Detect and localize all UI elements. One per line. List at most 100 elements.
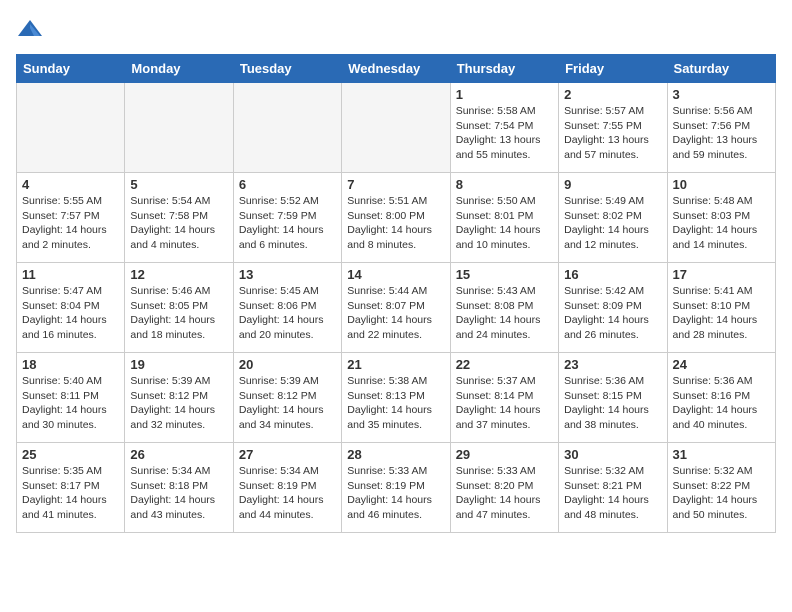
day-cell: 14 Sunrise: 5:44 AM Sunset: 8:07 PM Dayli…	[342, 263, 450, 353]
day-number: 31	[673, 447, 770, 462]
day-info: Sunrise: 5:32 AM Sunset: 8:22 PM Dayligh…	[673, 464, 770, 523]
day-info: Sunrise: 5:58 AM Sunset: 7:54 PM Dayligh…	[456, 104, 553, 163]
day-number: 20	[239, 357, 336, 372]
day-cell: 24 Sunrise: 5:36 AM Sunset: 8:16 PM Dayli…	[667, 353, 775, 443]
day-cell	[17, 83, 125, 173]
day-number: 7	[347, 177, 444, 192]
week-row-4: 18 Sunrise: 5:40 AM Sunset: 8:11 PM Dayli…	[17, 353, 776, 443]
week-row-1: 1 Sunrise: 5:58 AM Sunset: 7:54 PM Daylig…	[17, 83, 776, 173]
day-number: 6	[239, 177, 336, 192]
day-cell: 4 Sunrise: 5:55 AM Sunset: 7:57 PM Daylig…	[17, 173, 125, 263]
day-number: 3	[673, 87, 770, 102]
week-row-3: 11Sunrise: 5:47 AM Sunset: 8:04 PM Dayli…	[17, 263, 776, 353]
day-cell: 16 Sunrise: 5:42 AM Sunset: 8:09 PM Dayli…	[559, 263, 667, 353]
calendar-table: SundayMondayTuesdayWednesdayThursdayFrid…	[16, 54, 776, 533]
day-cell: 22Sunrise: 5:37 AM Sunset: 8:14 PM Dayli…	[450, 353, 558, 443]
day-cell: 19 Sunrise: 5:39 AM Sunset: 8:12 PM Dayli…	[125, 353, 233, 443]
header-cell-thursday: Thursday	[450, 55, 558, 83]
day-info: Sunrise: 5:48 AM Sunset: 8:03 PM Dayligh…	[673, 194, 770, 253]
day-number: 28	[347, 447, 444, 462]
day-info: Sunrise: 5:34 AM Sunset: 8:18 PM Dayligh…	[130, 464, 227, 523]
day-number: 5	[130, 177, 227, 192]
day-info: Sunrise: 5:55 AM Sunset: 7:57 PM Dayligh…	[22, 194, 119, 253]
day-info: Sunrise: 5:42 AM Sunset: 8:09 PM Dayligh…	[564, 284, 661, 343]
day-number: 18	[22, 357, 119, 372]
header-cell-tuesday: Tuesday	[233, 55, 341, 83]
day-number: 10	[673, 177, 770, 192]
day-cell	[342, 83, 450, 173]
day-info: Sunrise: 5:50 AM Sunset: 8:01 PM Dayligh…	[456, 194, 553, 253]
day-number: 9	[564, 177, 661, 192]
day-info: Sunrise: 5:32 AM Sunset: 8:21 PM Dayligh…	[564, 464, 661, 523]
day-cell: 28 Sunrise: 5:33 AM Sunset: 8:19 PM Dayli…	[342, 443, 450, 533]
day-cell: 27Sunrise: 5:34 AM Sunset: 8:19 PM Dayli…	[233, 443, 341, 533]
day-info: Sunrise: 5:41 AM Sunset: 8:10 PM Dayligh…	[673, 284, 770, 343]
day-info: Sunrise: 5:46 AM Sunset: 8:05 PM Dayligh…	[130, 284, 227, 343]
day-info: Sunrise: 5:45 AM Sunset: 8:06 PM Dayligh…	[239, 284, 336, 343]
header-cell-monday: Monday	[125, 55, 233, 83]
day-info: Sunrise: 5:57 AM Sunset: 7:55 PM Dayligh…	[564, 104, 661, 163]
day-info: Sunrise: 5:52 AM Sunset: 7:59 PM Dayligh…	[239, 194, 336, 253]
day-number: 4	[22, 177, 119, 192]
day-number: 12	[130, 267, 227, 282]
day-cell: 15Sunrise: 5:43 AM Sunset: 8:08 PM Dayli…	[450, 263, 558, 353]
day-cell: 6 Sunrise: 5:52 AM Sunset: 7:59 PM Daylig…	[233, 173, 341, 263]
day-number: 26	[130, 447, 227, 462]
day-cell: 8 Sunrise: 5:50 AM Sunset: 8:01 PM Daylig…	[450, 173, 558, 263]
day-cell: 30 Sunrise: 5:32 AM Sunset: 8:21 PM Dayli…	[559, 443, 667, 533]
day-info: Sunrise: 5:36 AM Sunset: 8:16 PM Dayligh…	[673, 374, 770, 433]
day-cell: 11Sunrise: 5:47 AM Sunset: 8:04 PM Dayli…	[17, 263, 125, 353]
day-info: Sunrise: 5:38 AM Sunset: 8:13 PM Dayligh…	[347, 374, 444, 433]
week-row-2: 4 Sunrise: 5:55 AM Sunset: 7:57 PM Daylig…	[17, 173, 776, 263]
day-info: Sunrise: 5:51 AM Sunset: 8:00 PM Dayligh…	[347, 194, 444, 253]
day-info: Sunrise: 5:36 AM Sunset: 8:15 PM Dayligh…	[564, 374, 661, 433]
day-info: Sunrise: 5:33 AM Sunset: 8:19 PM Dayligh…	[347, 464, 444, 523]
logo-icon	[16, 16, 44, 44]
day-number: 27	[239, 447, 336, 462]
day-cell: 17 Sunrise: 5:41 AM Sunset: 8:10 PM Dayli…	[667, 263, 775, 353]
day-number: 30	[564, 447, 661, 462]
day-number: 24	[673, 357, 770, 372]
day-number: 15	[456, 267, 553, 282]
day-cell: 31 Sunrise: 5:32 AM Sunset: 8:22 PM Dayli…	[667, 443, 775, 533]
day-cell: 26 Sunrise: 5:34 AM Sunset: 8:18 PM Dayli…	[125, 443, 233, 533]
day-number: 19	[130, 357, 227, 372]
day-number: 25	[22, 447, 119, 462]
day-cell: 1 Sunrise: 5:58 AM Sunset: 7:54 PM Daylig…	[450, 83, 558, 173]
logo	[16, 16, 48, 44]
day-number: 13	[239, 267, 336, 282]
header-cell-saturday: Saturday	[667, 55, 775, 83]
day-cell: 7 Sunrise: 5:51 AM Sunset: 8:00 PM Daylig…	[342, 173, 450, 263]
header-row: SundayMondayTuesdayWednesdayThursdayFrid…	[17, 55, 776, 83]
day-info: Sunrise: 5:37 AM Sunset: 8:14 PM Dayligh…	[456, 374, 553, 433]
day-cell: 9 Sunrise: 5:49 AM Sunset: 8:02 PM Daylig…	[559, 173, 667, 263]
day-info: Sunrise: 5:54 AM Sunset: 7:58 PM Dayligh…	[130, 194, 227, 253]
day-info: Sunrise: 5:39 AM Sunset: 8:12 PM Dayligh…	[130, 374, 227, 433]
day-info: Sunrise: 5:56 AM Sunset: 7:56 PM Dayligh…	[673, 104, 770, 163]
day-info: Sunrise: 5:39 AM Sunset: 8:12 PM Dayligh…	[239, 374, 336, 433]
day-number: 29	[456, 447, 553, 462]
calendar-body: 1 Sunrise: 5:58 AM Sunset: 7:54 PM Daylig…	[17, 83, 776, 533]
day-number: 8	[456, 177, 553, 192]
header-cell-wednesday: Wednesday	[342, 55, 450, 83]
day-cell: 25Sunrise: 5:35 AM Sunset: 8:17 PM Dayli…	[17, 443, 125, 533]
day-number: 21	[347, 357, 444, 372]
day-number: 23	[564, 357, 661, 372]
day-number: 2	[564, 87, 661, 102]
header-cell-friday: Friday	[559, 55, 667, 83]
day-number: 14	[347, 267, 444, 282]
day-info: Sunrise: 5:49 AM Sunset: 8:02 PM Dayligh…	[564, 194, 661, 253]
day-cell: 10 Sunrise: 5:48 AM Sunset: 8:03 PM Dayli…	[667, 173, 775, 263]
day-number: 16	[564, 267, 661, 282]
day-number: 17	[673, 267, 770, 282]
calendar-header: SundayMondayTuesdayWednesdayThursdayFrid…	[17, 55, 776, 83]
day-cell: 20 Sunrise: 5:39 AM Sunset: 8:12 PM Dayli…	[233, 353, 341, 443]
day-cell: 21 Sunrise: 5:38 AM Sunset: 8:13 PM Dayli…	[342, 353, 450, 443]
day-cell: 29 Sunrise: 5:33 AM Sunset: 8:20 PM Dayli…	[450, 443, 558, 533]
day-cell	[233, 83, 341, 173]
day-cell: 23 Sunrise: 5:36 AM Sunset: 8:15 PM Dayli…	[559, 353, 667, 443]
day-info: Sunrise: 5:44 AM Sunset: 8:07 PM Dayligh…	[347, 284, 444, 343]
day-info: Sunrise: 5:33 AM Sunset: 8:20 PM Dayligh…	[456, 464, 553, 523]
day-number: 1	[456, 87, 553, 102]
day-info: Sunrise: 5:40 AM Sunset: 8:11 PM Dayligh…	[22, 374, 119, 433]
